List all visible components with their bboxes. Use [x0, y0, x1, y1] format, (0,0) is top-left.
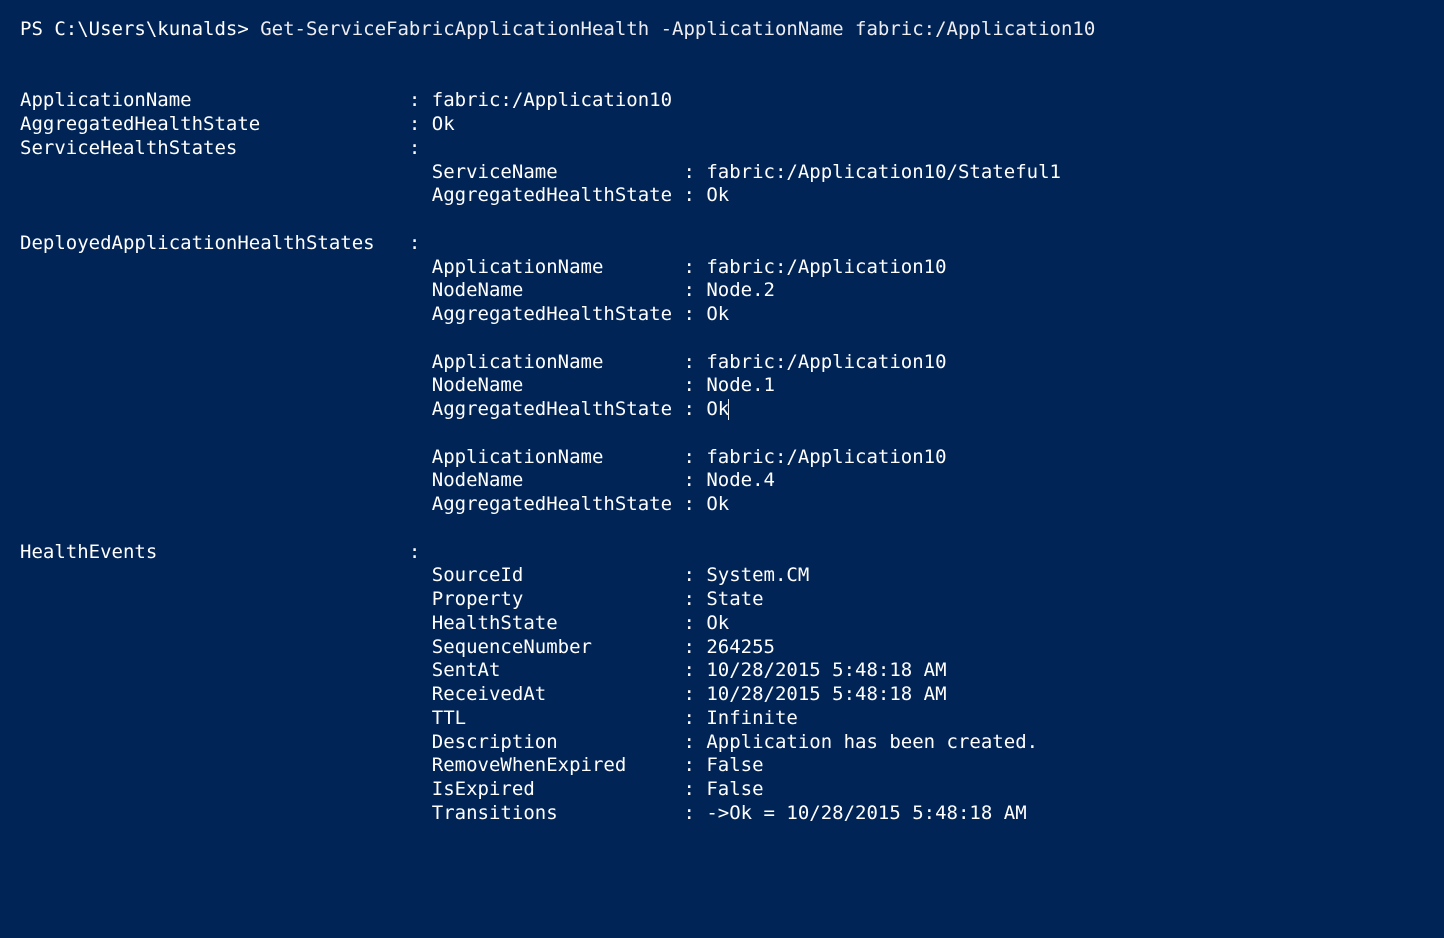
output-lines: ApplicationName : fabric:/Application10 … — [20, 42, 1424, 826]
prompt: PS C:\Users\kunalds> — [20, 18, 260, 40]
command-line: Get-ServiceFabricApplicationHealth -Appl… — [260, 18, 1095, 40]
terminal-output[interactable]: PS C:\Users\kunalds> Get-ServiceFabricAp… — [0, 0, 1444, 844]
text-cursor — [728, 399, 729, 420]
